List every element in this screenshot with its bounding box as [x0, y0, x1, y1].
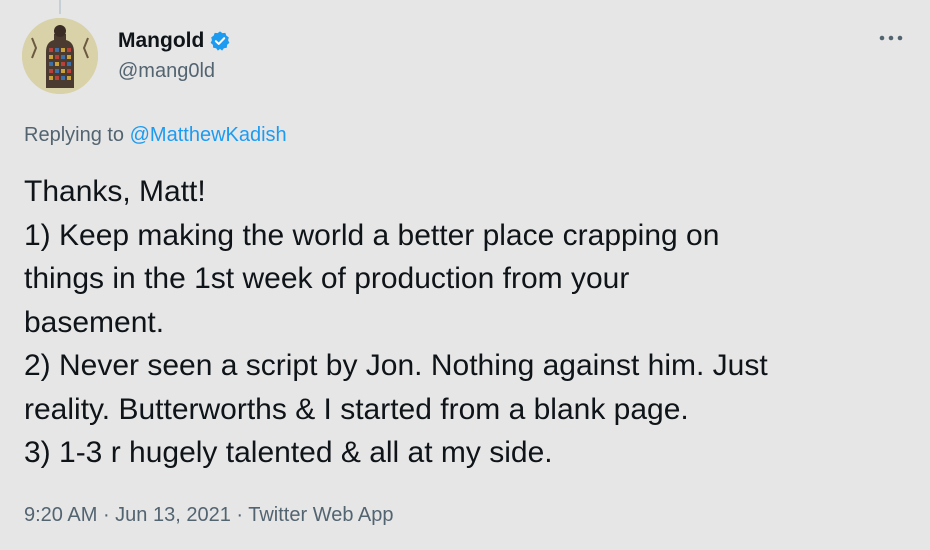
tweet-text-line: reality. Butterworths & I started from a…	[24, 392, 689, 426]
tweet-text-line: 3) 1-3 r hugely talented & all at my sid…	[24, 436, 553, 469]
tweet-text-line: 2) Never seen a script by Jon. Nothing a…	[24, 349, 768, 382]
display-name[interactable]: Mangold	[118, 29, 204, 53]
tweet-text-line: basement.	[24, 305, 165, 339]
verified-badge-icon	[209, 30, 231, 52]
user-names: Mangold @mang0ld	[118, 28, 231, 83]
avatar-illustration-icon	[22, 18, 98, 94]
thread-connector-line	[59, 0, 61, 14]
tweet-metadata: 9:20 AM · Jun 13, 2021 · Twitter Web App	[24, 504, 394, 527]
avatar[interactable]	[22, 18, 98, 94]
display-name-row: Mangold	[118, 28, 231, 54]
replying-to-prefix: Replying to	[24, 124, 130, 146]
tweet-text-line: things in the 1st week of production fro…	[24, 262, 630, 295]
replying-to: Replying to @MatthewKadish	[24, 124, 287, 147]
meta-separator: ·	[230, 504, 249, 526]
tweet-date[interactable]: Jun 13, 2021	[115, 504, 231, 526]
replying-to-mention-link[interactable]: @MatthewKadish	[130, 124, 287, 146]
meta-separator: ·	[97, 504, 116, 526]
tweet-time[interactable]: 9:20 AM	[24, 504, 97, 526]
tweet-source[interactable]: Twitter Web App	[248, 504, 393, 526]
tweet-header: Mangold @mang0ld	[22, 18, 908, 96]
more-options-icon[interactable]	[876, 28, 906, 48]
user-handle[interactable]: @mang0ld	[118, 60, 231, 83]
tweet-text-line: Thanks, Matt!	[24, 175, 206, 208]
tweet-text-line: 1) Keep making the world a better place …	[24, 218, 720, 252]
tweet-text: Thanks, Matt! 1) Keep making the world a…	[24, 170, 914, 475]
